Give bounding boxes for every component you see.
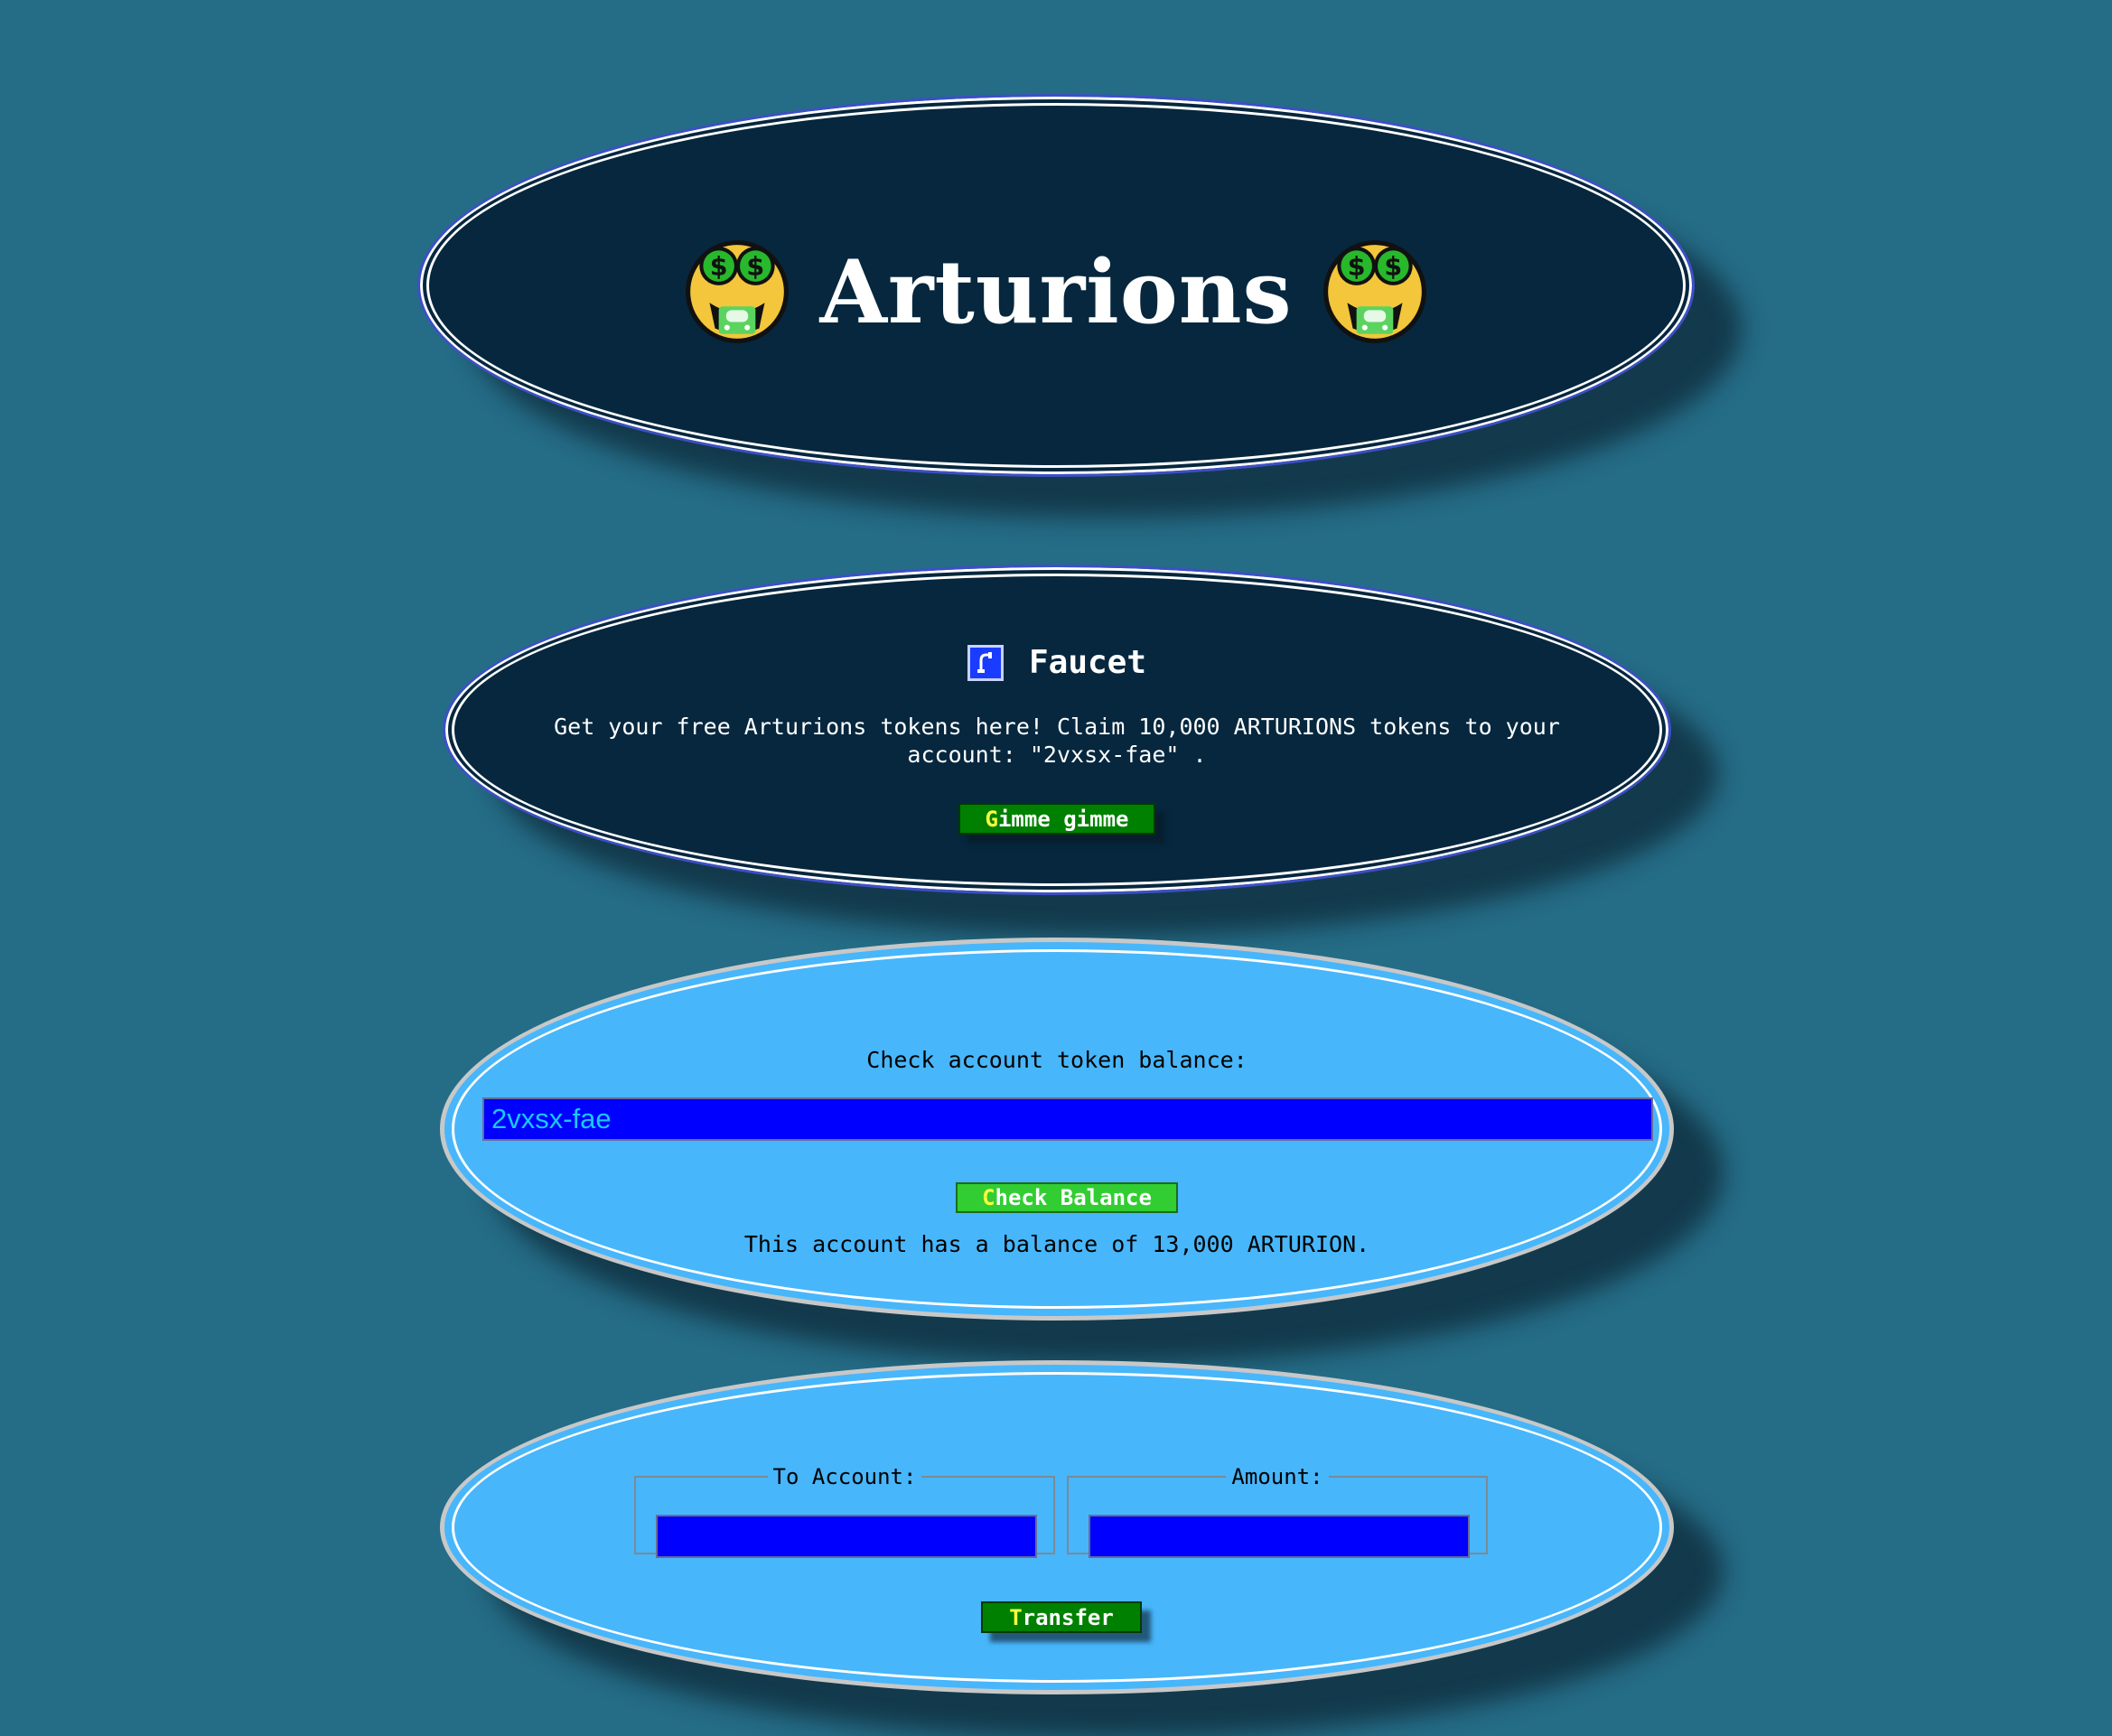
amount-fieldset: Amount: — [1067, 1464, 1488, 1558]
to-account-fieldset: To Account: — [634, 1464, 1055, 1558]
faucet-panel: Faucet Get your free Arturions tokens he… — [443, 565, 1671, 895]
balance-result: This account has a balance of 13,000 ART… — [743, 1231, 1370, 1257]
account-input[interactable] — [482, 1097, 1653, 1141]
svg-text:$: $ — [710, 252, 728, 282]
faucet-heading: Faucet — [448, 644, 1666, 681]
button-label-initial: T — [1009, 1604, 1023, 1630]
transfer-button[interactable]: Transfer — [981, 1601, 1142, 1633]
faucet-icon — [967, 644, 1004, 681]
transfer-panel: To Account: Amount: Transfer — [440, 1360, 1674, 1694]
amount-label: Amount: — [1231, 1464, 1323, 1489]
gimme-gimme-button[interactable]: Gimme gimme — [958, 803, 1155, 835]
svg-text:$: $ — [1347, 252, 1365, 282]
title-row: $ $ Arturions $ $ — [423, 237, 1689, 347]
money-mouth-face-icon: $ $ — [686, 240, 790, 343]
button-label-initial: G — [985, 806, 998, 832]
money-mouth-face-icon: $ $ — [1322, 240, 1426, 343]
app-title: Arturions — [819, 240, 1293, 343]
svg-text:$: $ — [1384, 252, 1402, 282]
to-account-label: To Account: — [772, 1464, 917, 1489]
button-label-rest: ransfer — [1022, 1604, 1114, 1630]
button-label-rest: imme gimme — [997, 806, 1129, 832]
svg-text:$: $ — [747, 252, 765, 282]
header-panel: $ $ Arturions $ $ — [417, 94, 1695, 477]
to-account-input[interactable] — [656, 1515, 1037, 1558]
button-label-initial: C — [982, 1185, 995, 1210]
faucet-description: Get your free Arturions tokens here! Cla… — [554, 714, 1560, 768]
faucet-title: Faucet — [1028, 644, 1147, 681]
button-label-rest: heck Balance — [995, 1185, 1152, 1210]
balance-label: Check account token balance: — [866, 1047, 1248, 1073]
amount-input[interactable] — [1089, 1515, 1470, 1558]
balance-panel: Check account token balance: Check Balan… — [440, 938, 1674, 1321]
check-balance-button[interactable]: Check Balance — [956, 1182, 1178, 1213]
